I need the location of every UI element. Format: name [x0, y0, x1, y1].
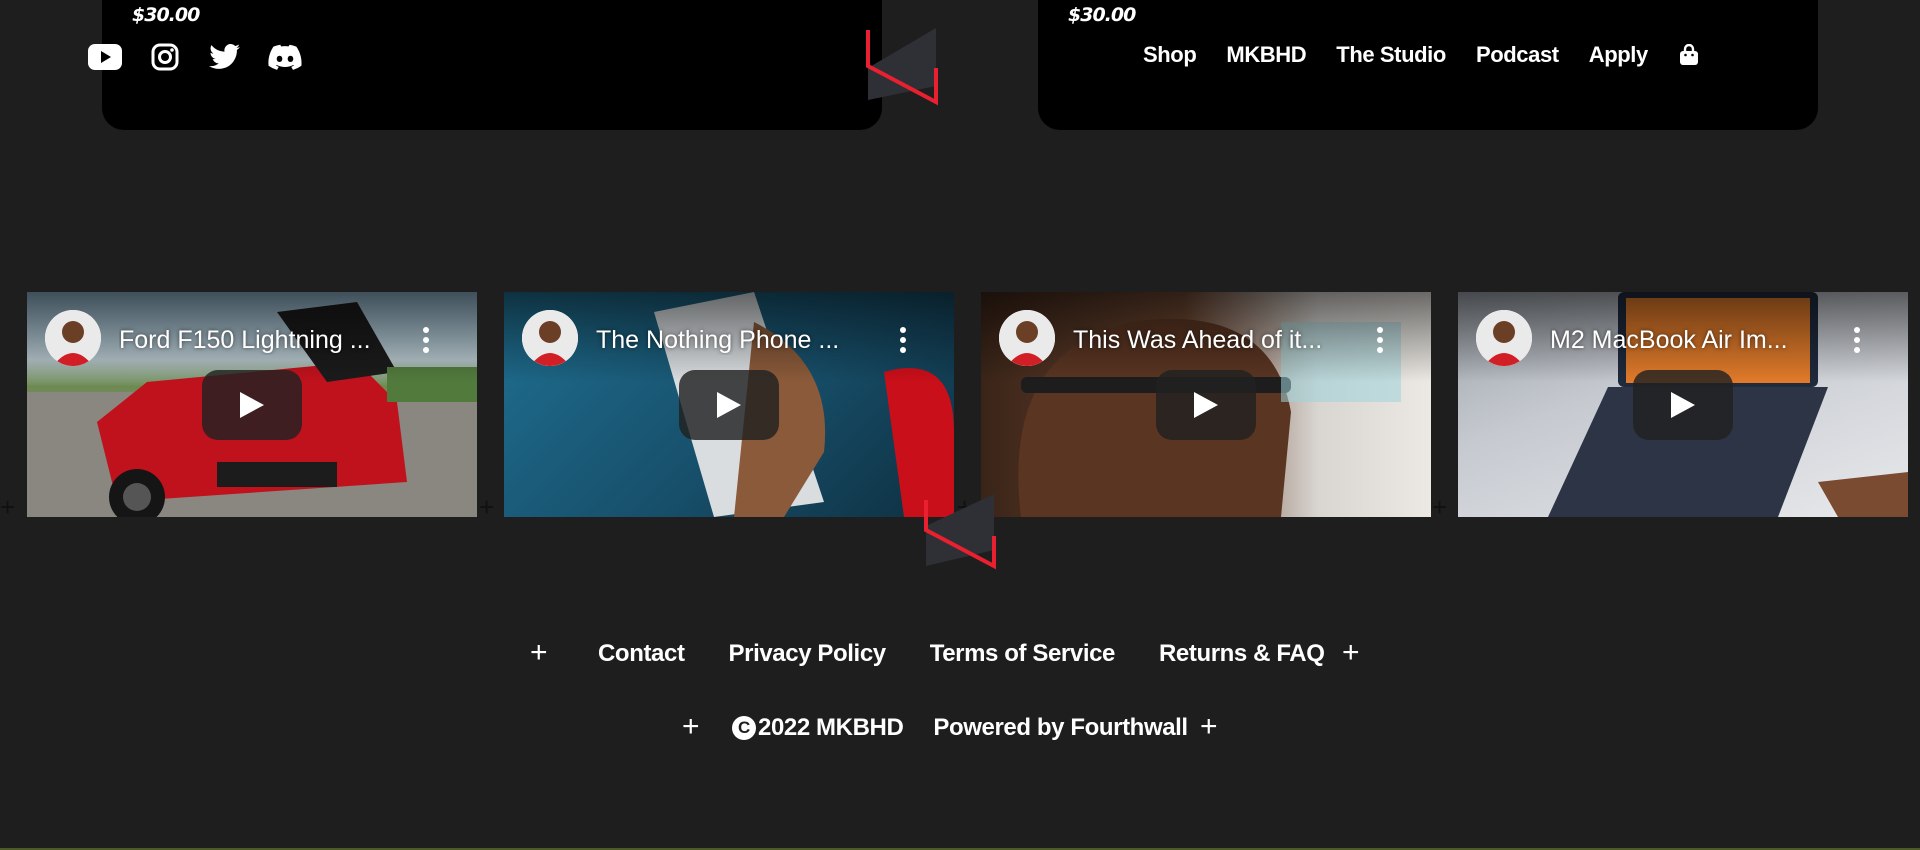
video-embed[interactable]: This Was Ahead of it...	[981, 292, 1431, 517]
channel-avatar[interactable]	[999, 310, 1055, 366]
play-button[interactable]	[1156, 369, 1256, 440]
footer-link-contact[interactable]: Contact	[598, 640, 685, 668]
plus-icon: +	[1342, 636, 1360, 669]
play-button[interactable]	[1633, 369, 1733, 440]
footer-link-terms-of-service[interactable]: Terms of Service	[930, 640, 1116, 668]
more-options-icon[interactable]	[898, 326, 908, 354]
footer-link-privacy-policy[interactable]: Privacy Policy	[729, 640, 887, 668]
plus-icon: +	[530, 636, 548, 669]
copyright-icon: C	[732, 716, 756, 740]
play-icon	[717, 391, 741, 418]
nav-item-podcast[interactable]: Podcast	[1476, 42, 1559, 68]
copyright-line: C 2022 MKBHD Powered by Fourthwall	[732, 714, 1188, 742]
instagram-icon[interactable]	[148, 42, 182, 72]
more-options-icon[interactable]	[1375, 326, 1385, 354]
play-icon	[1671, 391, 1695, 418]
video-title[interactable]: Ford F150 Lightning ...	[119, 326, 409, 355]
play-button[interactable]	[679, 369, 779, 440]
main-nav: Shop MKBHD The Studio Podcast Apply	[1143, 42, 1700, 68]
footer-links: Contact Privacy Policy Terms of Service …	[598, 640, 1325, 668]
copyright-text: 2022 MKBHD	[758, 714, 904, 741]
price-label: $30.00	[1068, 4, 1136, 26]
more-options-icon[interactable]	[421, 326, 431, 354]
discord-icon[interactable]	[268, 42, 302, 72]
nav-item-shop[interactable]: Shop	[1143, 42, 1197, 68]
video-embed[interactable]: M2 MacBook Air Im...	[1458, 292, 1908, 517]
plus-icon: +	[1200, 710, 1218, 743]
channel-avatar[interactable]	[522, 310, 578, 366]
video-embed[interactable]: The Nothing Phone ...	[504, 292, 954, 517]
more-options-icon[interactable]	[1852, 326, 1862, 354]
video-title[interactable]: M2 MacBook Air Im...	[1550, 326, 1840, 355]
channel-avatar[interactable]	[45, 310, 101, 366]
nav-item-mkbhd[interactable]: MKBHD	[1226, 42, 1306, 68]
shopping-bag-icon[interactable]	[1678, 44, 1700, 66]
youtube-icon[interactable]	[88, 42, 122, 72]
plus-icon: +	[1432, 492, 1448, 522]
plus-icon: +	[0, 492, 16, 522]
play-icon	[1194, 391, 1218, 418]
play-button[interactable]	[202, 369, 302, 440]
video-title[interactable]: The Nothing Phone ...	[596, 326, 886, 355]
brand-mark-icon	[866, 28, 938, 106]
plus-icon: +	[682, 710, 700, 743]
powered-by-link[interactable]: Powered by Fourthwall	[933, 714, 1188, 742]
video-row: Ford F150 Lightning ... The Nothing Phon…	[27, 292, 1908, 517]
price-label: $30.00	[132, 4, 200, 26]
channel-avatar[interactable]	[1476, 310, 1532, 366]
brand-mark-icon	[924, 494, 996, 570]
twitter-icon[interactable]	[208, 42, 242, 72]
footer-link-returns-faq[interactable]: Returns & FAQ	[1159, 640, 1325, 668]
plus-icon: +	[479, 492, 495, 522]
nav-item-the-studio[interactable]: The Studio	[1336, 42, 1446, 68]
video-embed[interactable]: Ford F150 Lightning ...	[27, 292, 477, 517]
video-title[interactable]: This Was Ahead of it...	[1073, 326, 1363, 355]
play-icon	[240, 391, 264, 418]
nav-item-apply[interactable]: Apply	[1589, 42, 1649, 68]
social-links	[88, 42, 302, 72]
